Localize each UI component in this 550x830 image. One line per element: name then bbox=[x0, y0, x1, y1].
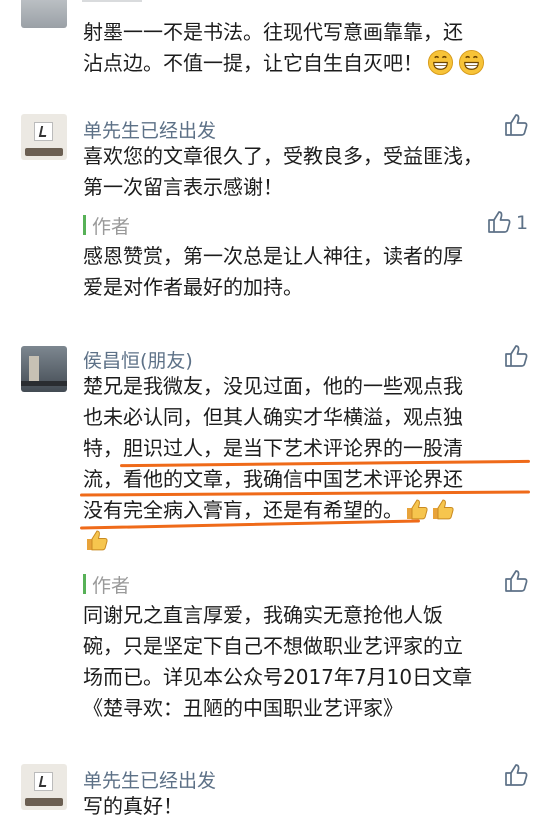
thumbs-up-emoji-icon bbox=[83, 527, 109, 553]
thumbs-up-icon[interactable] bbox=[503, 762, 529, 788]
author-label: 作者 bbox=[92, 216, 131, 238]
comment-username[interactable]: 单先生已经出发 bbox=[83, 116, 216, 143]
author-reply-marker bbox=[83, 215, 86, 235]
thumbs-up-emoji-icon bbox=[429, 496, 455, 522]
grin-emoji-icon bbox=[427, 49, 454, 76]
avatar[interactable] bbox=[21, 0, 67, 28]
thumbs-up-icon[interactable] bbox=[503, 112, 529, 138]
author-label: 作者 bbox=[92, 575, 131, 597]
comment-username[interactable]: 单先生已经出发 bbox=[83, 766, 216, 793]
thumbs-up-emoji-icon bbox=[403, 496, 429, 522]
thumbs-up-icon[interactable] bbox=[486, 209, 512, 235]
comment-username[interactable]: 侯昌恒(朋友) bbox=[83, 346, 193, 373]
comment-text: 射墨一一不是书法。往现代写意画靠靠，还 沾点边。不值一提，让它自生自灭吧！ bbox=[83, 17, 523, 79]
reply-text: 同谢兄之直言厚爱，我确实无意抢他人饭 碗，只是坚定下自己不想做职业艺评家的立 场… bbox=[83, 603, 473, 720]
avatar[interactable] bbox=[21, 764, 67, 810]
grin-emoji-icon bbox=[458, 49, 485, 76]
thumbs-up-icon[interactable] bbox=[503, 568, 529, 594]
comment-text: 喜欢您的文章很久了，受教良多，受益匪浅， 第一次留言表示感谢！ bbox=[83, 144, 483, 199]
avatar[interactable] bbox=[21, 114, 67, 160]
avatar[interactable] bbox=[21, 346, 67, 392]
reply-text: 感恩赞赏，第一次总是让人神往，读者的厚 爱是对作者最好的加持。 bbox=[83, 244, 463, 299]
thumbs-up-icon[interactable] bbox=[503, 343, 529, 369]
author-reply-marker bbox=[83, 574, 86, 594]
like-count: 1 bbox=[516, 212, 529, 234]
username-fragment bbox=[82, 0, 142, 2]
comment-text: 写的真好！ bbox=[83, 794, 183, 818]
